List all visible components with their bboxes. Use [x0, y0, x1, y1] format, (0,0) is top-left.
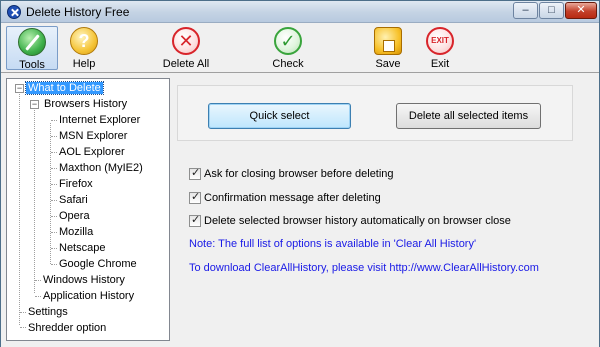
toolbar: Tools ? Help ✕ Delete All ✓ Check Save E…: [1, 23, 599, 73]
tree-item-browsers-history[interactable]: Browsers History: [42, 97, 129, 112]
tree-item-msn-explorer[interactable]: MSN Explorer: [57, 129, 129, 144]
option-label: Ask for closing browser before deleting: [204, 168, 394, 180]
exit-icon: EXIT: [426, 27, 454, 55]
tree-connector: [19, 92, 20, 325]
delete-selected-button[interactable]: Delete all selected items: [396, 103, 541, 129]
delete-all-label: Delete All: [162, 58, 210, 70]
options-tree[interactable]: − What to Delete − Browsers History Inte…: [6, 78, 170, 341]
tree-item-google-chrome[interactable]: Google Chrome: [57, 257, 139, 272]
check-icon: ✓: [274, 27, 302, 55]
tree-item-maxthon[interactable]: Maxthon (MyIE2): [57, 161, 145, 176]
tree-connector: [50, 123, 51, 264]
wrench-icon: [18, 28, 46, 56]
app-logo-icon: [7, 5, 21, 19]
exit-label: Exit: [430, 58, 450, 70]
exit-button[interactable]: EXIT Exit: [418, 26, 462, 70]
tree-item-opera[interactable]: Opera: [57, 209, 92, 224]
help-button[interactable]: ? Help: [61, 26, 107, 70]
tree-item-aol-explorer[interactable]: AOL Explorer: [57, 145, 127, 160]
check-button[interactable]: ✓ Check: [265, 26, 311, 70]
save-button[interactable]: Save: [366, 26, 410, 70]
tools-label: Tools: [19, 59, 45, 71]
tools-button[interactable]: Tools: [6, 26, 58, 71]
checkbox[interactable]: [189, 213, 201, 227]
tree-item-mozilla[interactable]: Mozilla: [57, 225, 95, 240]
tree-item-windows-history[interactable]: Windows History: [41, 273, 127, 288]
delete-all-button[interactable]: ✕ Delete All: [159, 26, 213, 70]
tree-item-firefox[interactable]: Firefox: [57, 177, 95, 192]
status-bar: [1, 342, 599, 347]
title-bar[interactable]: Delete History Free – □ ✕: [1, 1, 599, 23]
quick-select-button[interactable]: Quick select: [208, 103, 351, 129]
help-label: Help: [72, 58, 96, 70]
tree-item-internet-explorer[interactable]: Internet Explorer: [57, 113, 142, 128]
delete-icon: ✕: [172, 27, 200, 55]
tree-connector: [34, 108, 35, 293]
tree-item-safari[interactable]: Safari: [57, 193, 90, 208]
save-icon: [374, 27, 402, 55]
tree-item-netscape[interactable]: Netscape: [57, 241, 107, 256]
note-text: Note: The full list of options is availa…: [189, 238, 477, 250]
tree-item-shredder-option[interactable]: Shredder option: [26, 321, 108, 336]
window-title: Delete History Free: [26, 5, 130, 19]
tree-item-what-to-delete[interactable]: What to Delete: [25, 81, 104, 96]
maximize-button[interactable]: □: [539, 2, 564, 19]
save-label: Save: [375, 58, 401, 70]
check-label: Check: [272, 58, 304, 70]
tree-item-application-history[interactable]: Application History: [41, 289, 136, 304]
download-link[interactable]: To download ClearAllHistory, please visi…: [189, 262, 539, 274]
minimize-button[interactable]: –: [513, 2, 538, 19]
checkbox[interactable]: [189, 190, 201, 204]
close-button[interactable]: ✕: [565, 2, 597, 19]
option-label: Delete selected browser history automati…: [204, 215, 511, 227]
collapse-icon[interactable]: −: [30, 100, 39, 109]
help-icon: ?: [70, 27, 98, 55]
checkbox[interactable]: [189, 166, 201, 180]
collapse-icon[interactable]: −: [15, 84, 24, 93]
app-window: Delete History Free – □ ✕ Tools ? Help ✕…: [0, 0, 600, 347]
option-label: Confirmation message after deleting: [204, 192, 381, 204]
tree-item-settings[interactable]: Settings: [26, 305, 70, 320]
